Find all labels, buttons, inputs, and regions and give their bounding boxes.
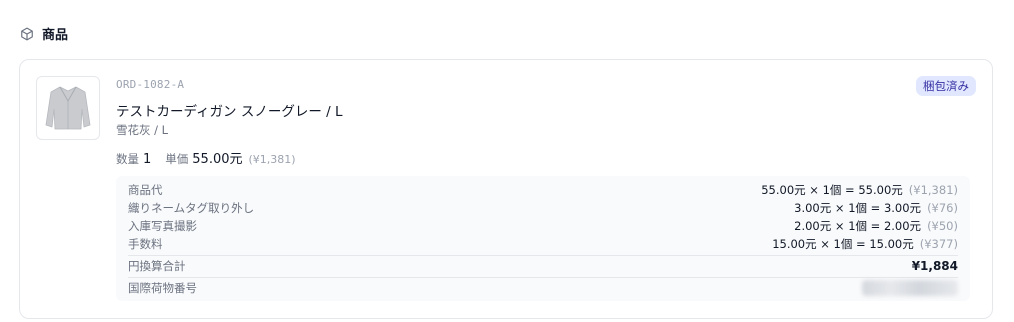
breakdown-label: 入庫写真撮影 [128, 219, 197, 233]
item-card: ORD-1082-A 梱包済み テストカーディガン スノーグレー / L 雪花灰… [19, 59, 993, 319]
breakdown-jpy: (¥50) [927, 219, 958, 233]
breakdown-row: 織りネームタグ取り外し 3.00元 × 1個 = 3.00元 (¥76) [128, 199, 958, 217]
unit-price-label: 単価 [165, 152, 189, 166]
total-label: 円換算合計 [128, 258, 186, 273]
quantity-price-line: 数量 1 単価 55.00元 (¥1,381) [116, 148, 296, 167]
unit-price-value: 55.00元 [192, 152, 243, 167]
breakdown-formula: 55.00元 × 1個 = 55.00元 [761, 183, 903, 197]
total-value: ¥1,884 [911, 258, 958, 273]
section-header: 商品 [20, 24, 68, 43]
product-variant: 雪花灰 / L [116, 123, 169, 137]
tracking-row: 国際荷物番号 [128, 277, 958, 297]
status-badge: 梱包済み [916, 76, 976, 96]
breakdown-formula: 3.00元 × 1個 = 3.00元 [794, 201, 922, 215]
breakdown-row: 商品代 55.00元 × 1個 = 55.00元 (¥1,381) [128, 181, 958, 199]
tracking-label: 国際荷物番号 [128, 280, 197, 295]
section-title: 商品 [42, 28, 69, 43]
cardigan-image [45, 86, 91, 130]
quantity-label: 数量 [116, 152, 139, 166]
quantity-value: 1 [143, 152, 152, 167]
breakdown-row: 入庫写真撮影 2.00元 × 1個 = 2.00元 (¥50) [128, 217, 958, 235]
breakdown-formula: 2.00元 × 1個 = 2.00元 [794, 219, 922, 233]
breakdown-label: 織りネームタグ取り外し [128, 201, 255, 215]
breakdown-jpy: (¥377) [919, 237, 958, 251]
product-thumbnail[interactable] [36, 76, 100, 140]
product-name: テストカーディガン スノーグレー / L [116, 104, 343, 120]
breakdown-label: 商品代 [128, 183, 163, 197]
tracking-number-redacted [862, 279, 958, 296]
unit-price-jpy: (¥1,381) [248, 153, 296, 166]
cost-breakdown: 商品代 55.00元 × 1個 = 55.00元 (¥1,381) 織りネームタグ… [116, 176, 970, 301]
breakdown-row: 手数料 15.00元 × 1個 = 15.00元 (¥377) [128, 235, 958, 253]
breakdown-jpy: (¥1,381) [908, 183, 958, 197]
total-row: 円換算合計 ¥1,884 [128, 255, 958, 275]
breakdown-jpy: (¥76) [927, 201, 958, 215]
breakdown-label: 手数料 [128, 237, 163, 251]
breakdown-formula: 15.00元 × 1個 = 15.00元 [772, 237, 914, 251]
order-id: ORD-1082-A [116, 78, 185, 91]
package-icon [20, 27, 34, 41]
